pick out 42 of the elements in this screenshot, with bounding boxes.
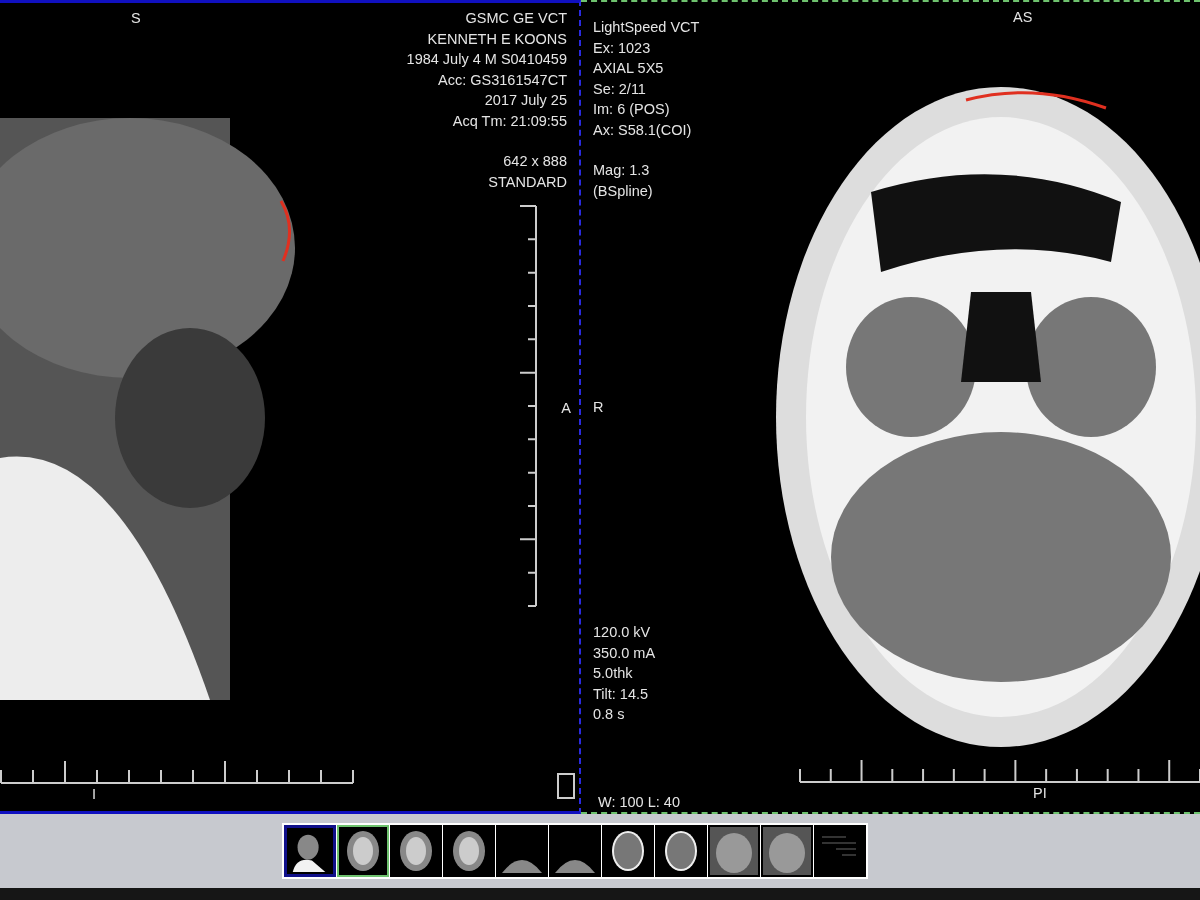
info-text: 0.8 s <box>593 705 626 724</box>
info-text: 5.0thk <box>593 664 634 683</box>
orientation-label: A <box>561 399 571 418</box>
orientation-label: AS <box>1013 8 1033 27</box>
info-text: LightSpeed VCT <box>593 18 700 37</box>
info-text: 350.0 mA <box>593 643 656 663</box>
info-text: 2017 July 25 <box>484 91 567 110</box>
info-text: AXIAL 5X5 <box>593 59 664 78</box>
series-thumbnail[interactable] <box>496 825 548 877</box>
info-text: Acq Tm: 21:09:55 <box>452 111 567 131</box>
image-viewport[interactable]: AS R PI LightSpeed VCT Ex: 1023 AXIAL 5X5 Se: 2/11 Im: 6 (POS) Ax: S58.1(COI) Mag: 1.3 (BSpline) 120.0 kV 350.0 mA 5.0thk Tilt: 14.5 0.8 s W: 100 L: 40 <box>581 0 1200 814</box>
series-thumbnail[interactable] <box>337 825 389 877</box>
orientation-label: S <box>131 9 141 28</box>
info-text: STANDARD <box>488 172 567 192</box>
series-thumbnail[interactable] <box>708 825 760 877</box>
series-thumbnail[interactable] <box>655 825 707 877</box>
info-text: 642 x 888 <box>503 152 567 171</box>
series-thumbnail[interactable] <box>814 825 866 877</box>
image-viewport[interactable]: S A I GSMC GE VCT KENNETH E KOONS 1984 July 4 M S0410459 Acc: GS3161547CT 2017 July 25 Acq Tm: 21:09:55 642 x 888 STANDARD <box>0 0 581 814</box>
orientation-label: PI <box>1033 784 1047 803</box>
series-thumbnail[interactable] <box>443 825 495 877</box>
info-text: (BSpline) <box>593 181 653 201</box>
orientation-label: R <box>593 398 604 417</box>
info-text: Ex: 1023 <box>593 38 651 58</box>
window-level-text: W: 100 L: 40 <box>598 794 680 810</box>
info-text: Se: 2/11 <box>593 79 646 99</box>
series-thumbnail[interactable] <box>390 825 442 877</box>
info-text: KENNETH E KOONS <box>427 29 567 49</box>
info-text: Im: 6 (POS) <box>593 100 670 119</box>
layout-toggle[interactable] <box>557 773 575 799</box>
series-thumbnail[interactable] <box>761 825 813 877</box>
series-thumbnail[interactable] <box>602 825 654 877</box>
info-text: Acc: GS3161547CT <box>438 70 567 90</box>
info-text: 1984 July 4 M S0410459 <box>406 50 567 69</box>
orientation-label: I <box>92 785 97 804</box>
info-text: GSMC GE VCT <box>465 9 567 28</box>
info-text: Mag: 1.3 <box>593 161 650 180</box>
info-text: Ax: S58.1(COI) <box>593 120 692 140</box>
info-text: 120.0 kV <box>593 623 652 642</box>
info-text: Tilt: 14.5 <box>593 684 650 704</box>
series-thumbnail[interactable] <box>549 825 601 877</box>
series-thumbnail[interactable] <box>284 825 336 877</box>
